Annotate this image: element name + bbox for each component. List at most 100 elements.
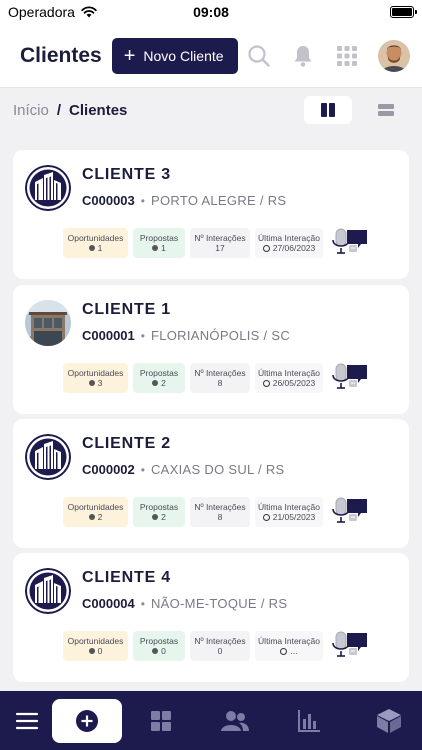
voice-chat-icon[interactable] — [331, 363, 369, 391]
new-client-button[interactable]: + Novo Cliente — [111, 37, 238, 74]
card-view-button[interactable] — [304, 96, 352, 124]
interactions-stat[interactable]: Nº Interações 8 — [190, 363, 250, 393]
opportunities-value: 1 — [97, 242, 103, 253]
client-card[interactable]: CLIENTE 4 C000004 • NÃO-ME-TOQUE / RS Oportu… — [13, 553, 409, 682]
opportunities-label: Oportunidades — [67, 232, 124, 243]
client-card[interactable]: CLIENTE 3 C000003 • PORTO ALEGRE / RS Oportu… — [13, 150, 409, 279]
voice-chat-icon[interactable] — [331, 631, 369, 659]
search-icon[interactable] — [246, 43, 272, 69]
last-interaction-label: Última Interação — [258, 367, 320, 378]
app-header: Clientes + Novo Cliente — [0, 24, 422, 88]
interactions-stat[interactable]: Nº Interações 0 — [190, 631, 250, 661]
breadcrumb-home[interactable]: Início — [13, 102, 49, 119]
client-name: CLIENTE 4 — [82, 569, 171, 586]
client-code: C000001 — [82, 328, 135, 343]
add-icon — [76, 709, 98, 732]
opportunities-label: Oportunidades — [67, 635, 124, 646]
interactions-stat[interactable]: Nº Interações 17 — [190, 228, 250, 258]
opportunities-label: Oportunidades — [67, 367, 124, 378]
client-card[interactable]: CLIENTE 2 C000002 • CAXIAS DO SUL / RS Oport… — [13, 419, 409, 548]
interactions-label: Nº Interações — [194, 501, 246, 512]
carrier-label: Operadora — [8, 4, 75, 20]
apps-grid-icon[interactable] — [334, 43, 360, 69]
client-stats: Oportunidades 2 Propostas 2 Nº Interações 8 Úl… — [63, 497, 323, 527]
check-icon — [88, 514, 95, 520]
bottom-navigation — [0, 691, 422, 750]
proposals-stat[interactable]: Propostas 2 — [133, 363, 185, 393]
voice-chat-icon[interactable] — [331, 228, 369, 256]
client-stats: Oportunidades 1 Propostas 1 Nº Interações 17 Ú… — [63, 228, 323, 258]
proposals-label: Propostas — [139, 501, 179, 512]
clock-icon — [280, 647, 288, 655]
client-name: CLIENTE 3 — [82, 166, 171, 183]
opportunities-value: 2 — [97, 511, 103, 522]
separator-dot: • — [140, 596, 145, 611]
box-icon[interactable] — [364, 699, 414, 743]
opportunities-stat[interactable]: Oportunidades 2 — [63, 497, 128, 527]
list-view-icon — [378, 104, 394, 116]
voice-chat-icon[interactable] — [331, 497, 369, 525]
dashboard-icon[interactable] — [136, 699, 186, 743]
bell-icon[interactable] — [290, 43, 316, 69]
breadcrumb-current: Clientes — [69, 101, 128, 119]
interactions-label: Nº Interações — [194, 367, 246, 378]
client-logo — [25, 434, 71, 480]
proposals-value: 1 — [161, 242, 166, 253]
last-interaction-stat[interactable]: Última Interação 27/06/2023 — [255, 228, 323, 258]
client-info: C000004 • NÃO-ME-TOQUE / RS — [82, 596, 287, 611]
client-name: CLIENTE 1 — [82, 301, 171, 318]
status-bar: Operadora 09:08 — [0, 0, 422, 24]
last-interaction-stat[interactable]: Última Interação 21/05/2023 — [255, 497, 323, 527]
clock-icon — [262, 379, 270, 387]
last-interaction-label: Última Interação — [258, 501, 320, 512]
interactions-label: Nº Interações — [194, 232, 246, 243]
check-icon — [88, 380, 95, 386]
proposals-label: Propostas — [139, 635, 179, 646]
card-view-icon — [321, 103, 335, 117]
menu-icon[interactable] — [2, 699, 52, 743]
client-logo — [25, 165, 71, 211]
interactions-value: 8 — [217, 511, 223, 522]
proposals-value: 0 — [161, 645, 166, 656]
client-info: C000002 • CAXIAS DO SUL / RS — [82, 462, 285, 477]
opportunities-stat[interactable]: Oportunidades 0 — [63, 631, 128, 661]
user-avatar[interactable] — [378, 39, 410, 72]
check-icon — [88, 648, 95, 654]
client-card[interactable]: CLIENTE 1 C000001 • FLORIANÓPOLIS / SC Oport… — [13, 285, 409, 414]
breadcrumb: Início / Clientes — [13, 102, 127, 119]
opportunities-stat[interactable]: Oportunidades 1 — [63, 228, 128, 258]
client-logo — [25, 568, 71, 614]
client-city: PORTO ALEGRE / RS — [150, 193, 287, 208]
last-interaction-value: 21/05/2023 — [272, 511, 316, 522]
opportunities-stat[interactable]: Oportunidades 3 — [63, 363, 128, 393]
clock-icon — [262, 513, 270, 521]
proposals-stat[interactable]: Propostas 2 — [133, 497, 185, 527]
client-stats: Oportunidades 0 Propostas 0 Nº Interações 0 Úl… — [63, 631, 323, 661]
interactions-stat[interactable]: Nº Interações 8 — [190, 497, 250, 527]
client-info: C000001 • FLORIANÓPOLIS / SC — [82, 328, 290, 343]
last-interaction-stat[interactable]: Última Interação 26/05/2023 — [255, 363, 323, 393]
client-code: C000003 — [82, 193, 135, 208]
check-icon — [152, 514, 159, 520]
client-city: CAXIAS DO SUL / RS — [150, 462, 285, 477]
opportunities-value: 0 — [97, 645, 103, 656]
check-icon — [152, 648, 159, 654]
plus-icon: + — [123, 44, 136, 67]
users-icon[interactable] — [210, 699, 260, 743]
list-view-button[interactable] — [362, 96, 410, 124]
last-interaction-stat[interactable]: Última Interação... — [255, 631, 323, 661]
last-interaction-label: Última Interação — [258, 232, 320, 243]
check-icon — [152, 245, 159, 251]
opportunities-label: Oportunidades — [67, 501, 124, 512]
breadcrumb-row: Início / Clientes — [0, 90, 422, 130]
proposals-stat[interactable]: Propostas 0 — [133, 631, 185, 661]
add-button[interactable] — [52, 698, 122, 743]
last-interaction-value: 27/06/2023 — [272, 242, 316, 253]
proposals-stat[interactable]: Propostas 1 — [133, 228, 185, 258]
breadcrumb-separator: / — [56, 101, 62, 119]
page-title: Clientes — [20, 43, 102, 67]
chart-icon[interactable] — [284, 699, 334, 743]
client-info: C000003 • PORTO ALEGRE / RS — [82, 193, 286, 208]
interactions-label: Nº Interações — [194, 635, 246, 646]
client-name: CLIENTE 2 — [82, 435, 171, 452]
